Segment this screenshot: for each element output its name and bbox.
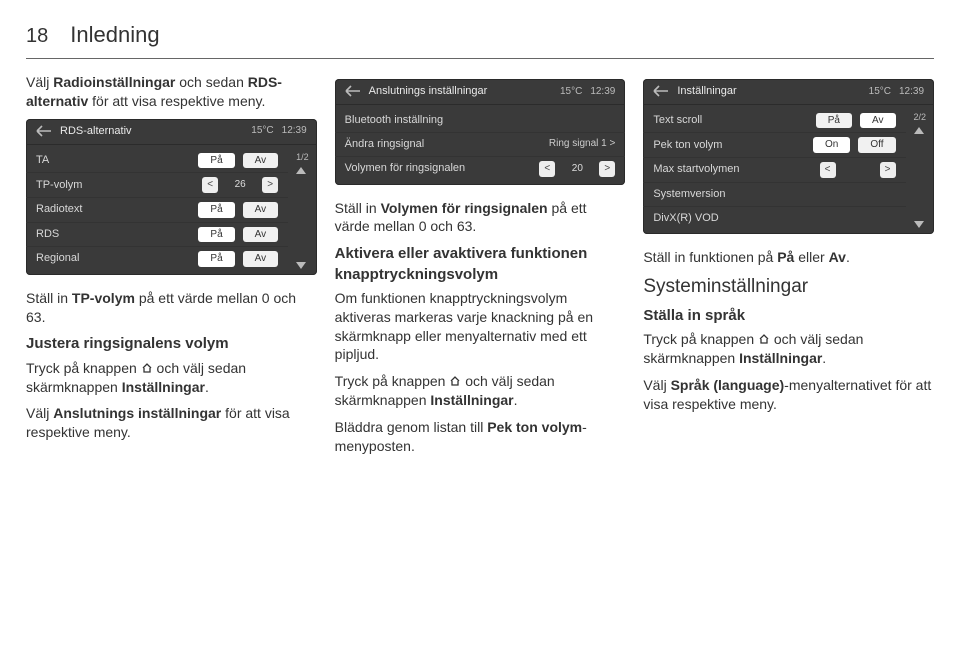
- row-label: Volymen för ringsignalen: [345, 161, 532, 176]
- ui-title: RDS-alternativ: [60, 124, 243, 139]
- sprak-text: Välj Språk (language)-menyalternativet f…: [643, 376, 934, 414]
- chevron-right-icon[interactable]: >: [880, 162, 896, 178]
- ui-time: 12:39: [899, 85, 924, 99]
- aktivera-instruction: Tryck på knappen och välj sedan skärmkna…: [335, 372, 626, 410]
- intro-text: Välj Radioinställningar och sedan RDS-al…: [26, 73, 317, 111]
- toggle-on[interactable]: På: [198, 153, 234, 169]
- aktivera-heading: Aktivera eller avaktivera funktionen kna…: [335, 244, 626, 285]
- ui-temp: 15°C: [251, 124, 273, 138]
- chevron-left-icon[interactable]: <: [539, 161, 555, 177]
- ui-time: 12:39: [282, 124, 307, 138]
- row-label: Radiotext: [36, 202, 190, 217]
- chevron-left-icon[interactable]: <: [820, 162, 836, 178]
- language-heading: Ställa in språk: [643, 306, 934, 326]
- row-label: TP-volym: [36, 178, 194, 193]
- list-item[interactable]: Systemversion: [643, 182, 905, 206]
- volym-text: Ställ in Volymen för ringsignalen på ett…: [335, 199, 626, 237]
- row-label: Max startvolymen: [653, 162, 811, 177]
- ui-temp: 15°C: [560, 85, 582, 99]
- toggle-off[interactable]: Av: [243, 227, 279, 243]
- scroll-down-icon[interactable]: [914, 221, 924, 228]
- system-heading: Systeminställningar: [643, 274, 934, 300]
- ui-time: 12:39: [590, 85, 615, 99]
- home-icon: [449, 373, 461, 385]
- toggle-off[interactable]: Av: [243, 202, 279, 218]
- ui-title: Anslutnings inställningar: [369, 84, 552, 99]
- page-title: Inledning: [70, 20, 159, 50]
- fn-text: Ställ in funktionen på På eller Av.: [643, 248, 934, 267]
- column-2: Anslutnings inställningar 15°C 12:39 Blu…: [335, 73, 626, 464]
- list-item[interactable]: DivX(R) VOD: [643, 206, 905, 230]
- value: 26: [226, 178, 254, 192]
- toggle-on[interactable]: On: [813, 137, 850, 153]
- toggle-off[interactable]: Av: [860, 113, 896, 129]
- page-indicator: 2/2: [914, 111, 927, 123]
- scroll-up-icon[interactable]: [296, 167, 306, 174]
- ringsignal-heading: Justera ringsignalens volym: [26, 334, 317, 354]
- scroll-up-icon[interactable]: [914, 127, 924, 134]
- chevron-left-icon[interactable]: <: [202, 177, 218, 193]
- toggle-off[interactable]: Av: [243, 251, 279, 267]
- list-item[interactable]: Bluetooth inställning: [335, 109, 626, 132]
- chevron-right-icon[interactable]: >: [262, 177, 278, 193]
- language-instruction: Tryck på knappen och välj sedan skärmkna…: [643, 330, 934, 368]
- toggle-on[interactable]: På: [198, 202, 234, 218]
- toggle-on[interactable]: På: [816, 113, 852, 129]
- toggle-on[interactable]: På: [198, 227, 234, 243]
- value: 20: [563, 162, 591, 176]
- chevron-right-icon[interactable]: >: [599, 161, 615, 177]
- row-label: Regional: [36, 251, 190, 266]
- page-indicator: 1/2: [296, 151, 309, 163]
- tp-volym-text: Ställ in TP-volym på ett värde mellan 0 …: [26, 289, 317, 327]
- home-icon: [758, 331, 770, 343]
- ringsignal-text: Tryck på knappen och välj sedan skärmkna…: [26, 359, 317, 397]
- row-label: TA: [36, 153, 190, 168]
- page-number: 18: [26, 23, 48, 50]
- column-1: Välj Radioinställningar och sedan RDS-al…: [26, 73, 317, 464]
- row-label: Pek ton volym: [653, 138, 805, 153]
- ui-settings-panel: Inställningar 15°C 12:39 Text scroll På …: [643, 79, 934, 234]
- back-icon[interactable]: [36, 125, 52, 137]
- toggle-off[interactable]: Av: [243, 153, 279, 169]
- header-rule: [26, 58, 934, 59]
- value-right: Ring signal 1 >: [549, 137, 615, 151]
- row-label: Text scroll: [653, 113, 807, 128]
- aktivera-text: Om funktionen knapptryckningsvolym aktiv…: [335, 289, 626, 365]
- ui-temp: 15°C: [869, 85, 891, 99]
- toggle-on[interactable]: På: [198, 251, 234, 267]
- home-icon: [141, 360, 153, 372]
- list-item[interactable]: Ändra ringsignal Ring signal 1 >: [335, 132, 626, 156]
- row-label: RDS: [36, 227, 190, 242]
- column-3: Inställningar 15°C 12:39 Text scroll På …: [643, 73, 934, 464]
- anslutnings-text: Välj Anslutnings inställningar för att v…: [26, 404, 317, 442]
- bladdra-text: Bläddra genom listan till Pek ton volym-…: [335, 418, 626, 456]
- ui-title: Inställningar: [677, 84, 860, 99]
- ui-connection-panel: Anslutnings inställningar 15°C 12:39 Blu…: [335, 79, 626, 185]
- scroll-down-icon[interactable]: [296, 262, 306, 269]
- back-icon[interactable]: [345, 85, 361, 97]
- ui-rds-panel: RDS-alternativ 15°C 12:39 TA På Av TP-vo…: [26, 119, 317, 275]
- back-icon[interactable]: [653, 85, 669, 97]
- toggle-off[interactable]: Off: [858, 137, 895, 153]
